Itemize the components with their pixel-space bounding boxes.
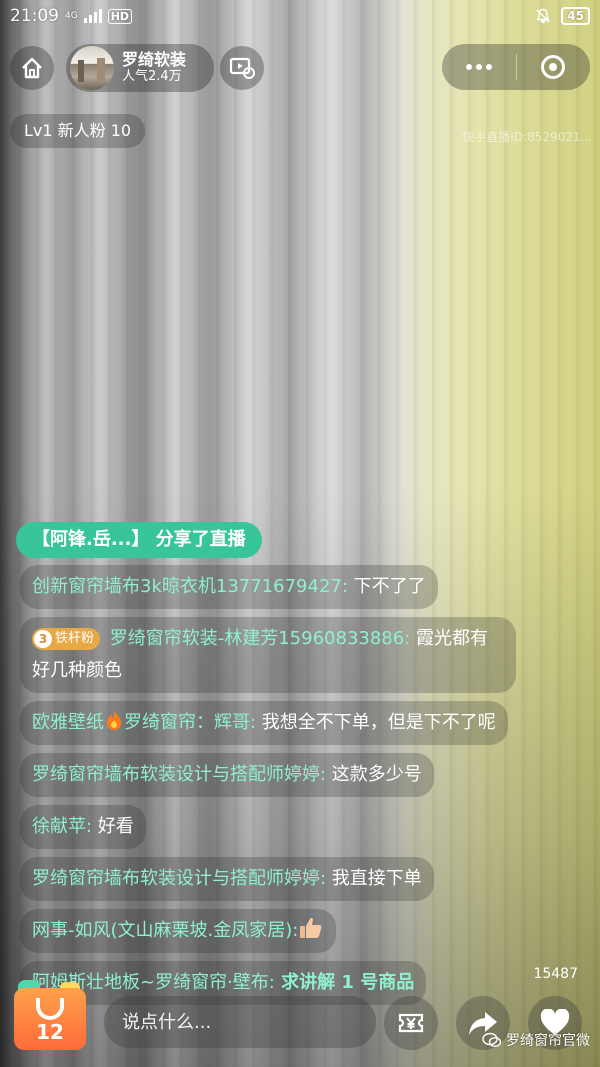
chat-message[interactable]: 欧雅壁纸 罗绮窗帘：辉哥: 我想全不下单，但是下不了呢: [20, 701, 508, 745]
chat-username-prefix: 欧雅壁纸: [32, 712, 104, 733]
live-header: 罗绮软装 人气2.4万: [0, 42, 600, 94]
chat-username: 罗绮窗帘：辉哥:: [124, 712, 257, 733]
chat-list: 创新窗帘墙布3k晾衣机13771679427: 下不了了 3 铁杆粉 罗绮窗帘软装…: [20, 565, 520, 1013]
chat-text: 我直接下单: [326, 868, 422, 889]
chat-message[interactable]: 网事-如风(文山麻栗坡.金凤家居):: [20, 909, 337, 953]
chat-message[interactable]: 3 铁杆粉 罗绮窗帘软装-林建芳15960833886: 霞光都有好几种颜色: [20, 617, 516, 693]
reward-icon: [398, 1013, 424, 1033]
battery-indicator: 45: [561, 7, 590, 25]
medal-label: 铁杆粉: [55, 631, 95, 646]
chat-username: 网事-如风(文山麻栗坡.金凤家居):: [32, 920, 299, 941]
fan-level-badge[interactable]: Lv1 新人粉 10: [10, 114, 146, 148]
chat-message[interactable]: 徐献苹: 好看: [20, 805, 146, 849]
reward-button[interactable]: [384, 996, 438, 1050]
hd-badge: HD: [107, 8, 133, 24]
fan-medal: 3 铁杆粉: [32, 628, 101, 650]
chat-message[interactable]: 罗绮窗帘墙布软装设计与搭配师婷婷: 这款多少号: [20, 753, 434, 797]
chat-text: 下不了了: [347, 576, 426, 597]
mini-program-capsule: [442, 44, 590, 90]
chat-message[interactable]: 创新窗帘墙布3k晾衣机13771679427: 下不了了: [20, 565, 438, 609]
network-label: 4G: [65, 10, 78, 21]
chat-username: 创新窗帘墙布3k晾衣机13771679427:: [32, 576, 348, 597]
watermark-text: 罗绮窗帘官微: [506, 1033, 590, 1049]
more-dots-icon: [465, 64, 492, 70]
anchor-info[interactable]: 罗绮软装 人气2.4万: [66, 44, 214, 92]
signal-icon: [83, 9, 102, 23]
share-notification: 【阿锋.岳...】 分享了直播: [16, 522, 262, 558]
live-id-watermark: 快手直播ID:8529021...: [462, 130, 592, 144]
chat-message[interactable]: 罗绮窗帘墙布软装设计与搭配师婷婷: 我直接下单: [20, 857, 434, 901]
wechat-watermark: 罗绮窗帘官微: [482, 1030, 590, 1050]
close-button[interactable]: [517, 44, 591, 90]
status-time: 21:09: [10, 6, 59, 26]
home-button[interactable]: [10, 46, 54, 90]
close-target-icon: [541, 55, 566, 79]
thumbs-up-icon: [300, 917, 322, 938]
video-icon: [229, 57, 255, 79]
chat-text: 这款多少号: [326, 764, 422, 785]
chat-username: 罗绮窗帘软装-林建芳15960833886:: [104, 628, 411, 649]
wechat-icon: [482, 1032, 502, 1048]
shopping-cart-button[interactable]: 12: [14, 980, 86, 1050]
comment-input[interactable]: [104, 996, 376, 1048]
fire-icon: [107, 710, 121, 730]
more-button[interactable]: [442, 44, 516, 90]
anchor-name: 罗绮软装: [122, 50, 187, 70]
like-count: 15487: [533, 966, 578, 982]
medal-level: 3: [34, 630, 52, 648]
chat-text: 我想全不下单，但是下不了呢: [256, 712, 496, 733]
status-bar: 21:09 4G HD 45: [0, 0, 600, 32]
chat-username: 罗绮窗帘墙布软装设计与搭配师婷婷:: [32, 868, 327, 889]
bell-off-icon: [536, 8, 551, 24]
chat-text: 好看: [92, 816, 134, 837]
cart-count: 12: [36, 1020, 64, 1044]
chat-username: 罗绮窗帘墙布软装设计与搭配师婷婷:: [32, 764, 327, 785]
avatar[interactable]: [70, 46, 114, 90]
chat-text: 求讲解 1 号商品: [274, 972, 415, 993]
chat-username: 徐献苹:: [32, 816, 93, 837]
replay-video-button[interactable]: [220, 46, 264, 90]
home-icon: [22, 57, 42, 79]
popularity-count: 人气2.4万: [122, 68, 182, 84]
